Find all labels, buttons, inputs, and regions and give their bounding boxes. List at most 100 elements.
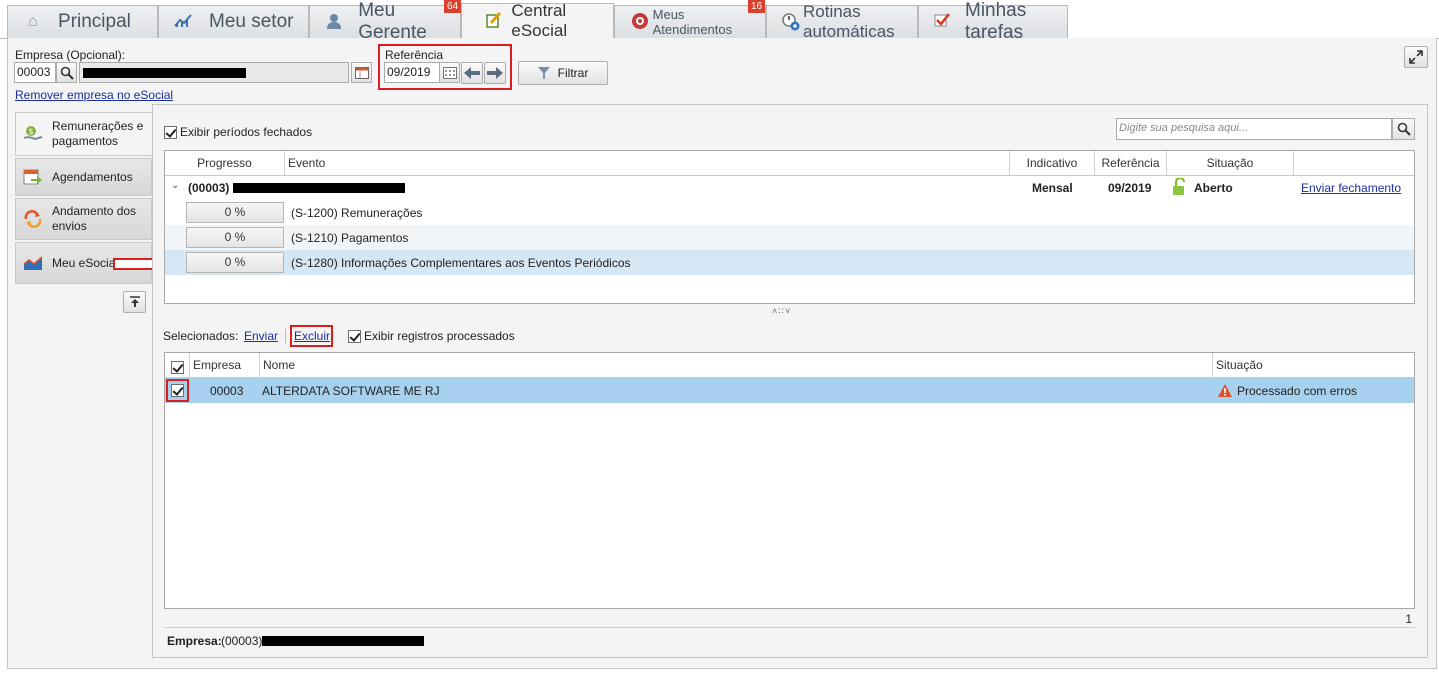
redacted-name xyxy=(83,68,246,78)
event-row[interactable]: 0 % (S-1200) Remunerações xyxy=(165,200,1414,225)
tab-label: Meu setor xyxy=(209,11,294,32)
enviar-link[interactable]: Enviar xyxy=(244,329,278,343)
checkbox-checked[interactable] xyxy=(348,329,361,343)
tab-meu-setor[interactable]: Meu setor xyxy=(158,5,309,38)
row-situacao: Processado com erros xyxy=(1237,384,1358,398)
exibir-processados-checkbox[interactable]: Exibir registros processados xyxy=(348,329,515,343)
group-indicativo: Mensal xyxy=(1032,181,1073,195)
empresa-code-input[interactable]: 00003 xyxy=(14,62,56,83)
table-icon xyxy=(354,66,369,79)
sidebar-item-label: Meu eSocial xyxy=(52,256,119,270)
sidebar-item-label: Agendamentos xyxy=(52,170,133,184)
row-nome: ALTERDATA SOFTWARE ME RJ xyxy=(262,384,440,398)
tab-central-esocial[interactable]: Central eSocial xyxy=(461,1,614,40)
tab-rotinas-automaticas[interactable]: Rotinas automáticas xyxy=(766,2,918,41)
arrow-up-bar-icon xyxy=(129,296,140,307)
tab-meus-atendimentos[interactable]: Meus Atendimentos xyxy=(614,5,766,38)
tab-label: Central eSocial xyxy=(511,1,568,40)
unlock-icon xyxy=(1173,178,1186,195)
calendar-button[interactable] xyxy=(439,62,460,83)
divider xyxy=(285,329,286,343)
progress-bar: 0 % xyxy=(186,252,284,273)
collapse-sidebar-button[interactable] xyxy=(123,291,146,313)
periods-grid: Progresso Evento Indicativo Referência S… xyxy=(164,150,1415,304)
esocial-icon xyxy=(484,11,503,31)
sidebar-item-remuneracoes[interactable]: $ Remunerações e pagamentos xyxy=(15,112,165,156)
excluir-link[interactable]: Excluir xyxy=(294,329,330,343)
event-name: (S-1200) Remunerações xyxy=(291,206,423,220)
tab-principal[interactable]: ⌂ Principal xyxy=(7,5,158,38)
warning-icon xyxy=(1218,384,1232,397)
column-header-blank xyxy=(1294,151,1414,175)
sidebar-item-andamento[interactable]: Andamento dos envios xyxy=(15,198,152,240)
search-icon xyxy=(1397,122,1411,136)
chevron-down-icon[interactable]: ⌄ xyxy=(171,180,179,191)
chart-icon xyxy=(173,12,195,32)
records-grid: Empresa Nome Situação 00003 ALTERDATA SO… xyxy=(164,352,1415,609)
column-header-evento[interactable]: Evento xyxy=(285,151,1010,175)
column-header-nome[interactable]: Nome xyxy=(260,353,1213,377)
sidebar-item-label: Remunerações e pagamentos xyxy=(52,119,144,148)
tab-minhas-tarefas[interactable]: Minhas tarefas xyxy=(918,0,1068,43)
row-checkbox[interactable] xyxy=(171,384,184,397)
column-header-progresso[interactable]: Progresso xyxy=(165,151,285,175)
notification-badge: 64 xyxy=(444,0,462,13)
grid-search-button[interactable] xyxy=(1392,118,1415,140)
notification-badge: 16 xyxy=(748,0,766,13)
group-situacao: Aberto xyxy=(1194,181,1233,195)
svg-text:$: $ xyxy=(29,127,34,136)
event-row[interactable]: 0 % (S-1210) Pagamentos xyxy=(165,225,1414,250)
table-row[interactable]: 00003 ALTERDATA SOFTWARE ME RJ Processad… xyxy=(165,378,1414,403)
select-all-checkbox[interactable] xyxy=(171,361,184,374)
grid-footer: 1 xyxy=(164,609,1415,627)
column-header-empresa[interactable]: Empresa xyxy=(190,353,260,377)
column-header-indicativo[interactable]: Indicativo xyxy=(1010,151,1095,175)
footer-empresa-code: (00003) xyxy=(221,634,263,648)
calendar-arrow-icon xyxy=(22,168,44,186)
divider xyxy=(164,627,1415,628)
enviar-fechamento-link[interactable]: Enviar fechamento xyxy=(1301,181,1401,195)
checkbox-checked[interactable] xyxy=(164,125,177,139)
empresa-label: Empresa (Opcional): xyxy=(15,48,126,62)
tab-meu-gerente[interactable]: Meu Gerente xyxy=(309,0,461,43)
column-header-situacao[interactable]: Situação xyxy=(1167,151,1294,175)
calendar-icon xyxy=(442,67,457,79)
checkbox-task-icon xyxy=(933,12,951,32)
arrow-right-icon xyxy=(487,67,503,79)
splitter-handle[interactable]: ˄∶∶˅ xyxy=(772,306,791,317)
column-header-situacao[interactable]: Situação xyxy=(1213,353,1414,377)
filtrar-label: Filtrar xyxy=(557,66,589,80)
tab-label: Principal xyxy=(58,11,131,32)
empresa-search-button[interactable] xyxy=(56,62,77,83)
record-count: 1 xyxy=(1405,612,1412,626)
sidebar-item-label: Andamento dos envios xyxy=(52,204,137,233)
previous-period-button[interactable] xyxy=(461,62,483,84)
filter-icon xyxy=(537,67,550,79)
clock-gear-icon xyxy=(781,12,801,32)
event-name: (S-1280) Informações Complementares aos … xyxy=(291,256,631,270)
group-referencia: 09/2019 xyxy=(1108,181,1152,195)
event-row-selected[interactable]: 0 % (S-1280) Informações Complementares … xyxy=(165,250,1414,275)
search-icon xyxy=(60,66,74,80)
home-icon: ⌂ xyxy=(28,13,38,30)
progress-bar: 0 % xyxy=(186,202,284,223)
sidebar-item-agendamentos[interactable]: Agendamentos xyxy=(15,158,152,196)
filtrar-button[interactable]: Filtrar xyxy=(518,61,608,85)
group-row[interactable]: ⌄ (00003) Mensal 09/2019 Aberto Enviar f… xyxy=(165,175,1414,200)
expand-icon xyxy=(1409,50,1423,64)
column-header-referencia[interactable]: Referência xyxy=(1095,151,1167,175)
exibir-fechados-label: Exibir períodos fechados xyxy=(180,125,313,139)
search-input[interactable]: Digite sua pesquisa aqui... xyxy=(1116,118,1392,140)
next-period-button[interactable] xyxy=(484,62,506,84)
empresa-lookup-button[interactable] xyxy=(351,62,372,83)
area-chart-icon xyxy=(22,254,44,272)
exibir-fechados-checkbox[interactable]: Exibir períodos fechados xyxy=(164,125,312,139)
remover-empresa-link[interactable]: Remover empresa no eSocial xyxy=(15,88,173,102)
select-all-cell[interactable] xyxy=(165,353,190,377)
event-name: (S-1210) Pagamentos xyxy=(291,231,409,245)
redacted-footer-name xyxy=(262,636,424,646)
referencia-input[interactable]: 09/2019 xyxy=(384,62,440,83)
maximize-button[interactable] xyxy=(1404,46,1428,68)
group-code: (00003) xyxy=(188,181,230,195)
refresh-icon xyxy=(22,210,44,228)
